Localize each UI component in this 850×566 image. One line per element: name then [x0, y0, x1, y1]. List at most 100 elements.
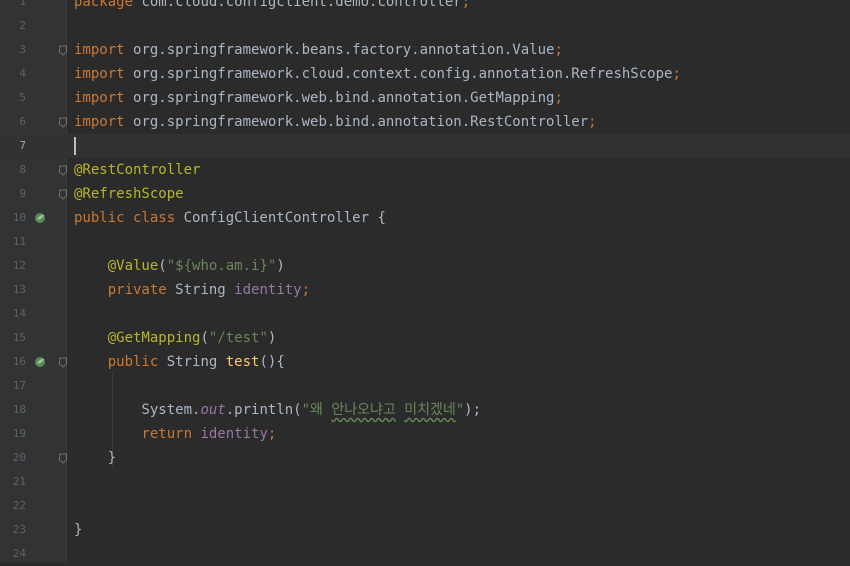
- line-number[interactable]: 24: [0, 542, 26, 566]
- code-line[interactable]: 4 import org.springframework.cloud.contex…: [0, 62, 850, 86]
- code-text[interactable]: }: [74, 518, 82, 542]
- line-number[interactable]: 12: [0, 254, 26, 278]
- code-token: ": [455, 402, 465, 418]
- code-line[interactable]: 8 @RestController: [0, 158, 850, 182]
- code-token: String: [166, 354, 226, 370]
- line-number[interactable]: 11: [0, 230, 26, 254]
- code-token: import: [74, 66, 134, 82]
- code-token: org.springframework.web.bind.annotation.…: [133, 114, 589, 130]
- line-number[interactable]: 23: [0, 518, 26, 542]
- spring-bean-icon[interactable]: [34, 212, 46, 224]
- fold-icon[interactable]: [58, 117, 68, 128]
- code-editor[interactable]: 1 package com.cloud.configclient.demo.con…: [0, 0, 850, 563]
- line-number[interactable]: 10: [0, 206, 26, 230]
- code-line[interactable]: 7: [0, 134, 850, 158]
- code-line[interactable]: 2: [0, 14, 850, 38]
- code-token: org.springframework.cloud.context.config…: [133, 66, 673, 82]
- code-line[interactable]: 17: [0, 374, 850, 398]
- code-line[interactable]: 6 import org.springframework.web.bind.ann…: [0, 110, 850, 134]
- line-number[interactable]: 18: [0, 398, 26, 422]
- code-token: public class: [74, 210, 184, 226]
- line-number[interactable]: 20: [0, 446, 26, 470]
- code-text[interactable]: import org.springframework.beans.factory…: [74, 38, 563, 62]
- code-line[interactable]: 12 @Value("${who.am.i}"): [0, 254, 850, 278]
- code-line[interactable]: 16 public String test(){: [0, 350, 850, 374]
- line-number[interactable]: 6: [0, 110, 26, 134]
- code-token: ;: [588, 114, 597, 130]
- code-line[interactable]: 11: [0, 230, 850, 254]
- code-token: ;: [672, 66, 681, 82]
- line-number[interactable]: 22: [0, 494, 26, 518]
- code-line[interactable]: 3 import org.springframework.beans.factor…: [0, 38, 850, 62]
- code-token: ;: [461, 0, 471, 10]
- fold-icon[interactable]: [58, 357, 68, 368]
- code-token: System.: [141, 402, 201, 418]
- code-text[interactable]: public String test(){: [74, 350, 285, 374]
- fold-icon[interactable]: [58, 453, 68, 464]
- code-line[interactable]: 10 public class ConfigClientController {: [0, 206, 850, 230]
- line-number[interactable]: 9: [0, 182, 26, 206]
- code-token: ConfigClientController {: [183, 210, 386, 226]
- code-line[interactable]: 22: [0, 494, 850, 518]
- line-number[interactable]: 17: [0, 374, 26, 398]
- code-text[interactable]: package com.cloud.configclient.demo.cont…: [74, 0, 470, 14]
- code-token: ): [276, 258, 285, 274]
- code-token: ;: [267, 426, 277, 442]
- code-token: "${who.am.i}": [166, 258, 277, 274]
- line-number[interactable]: 14: [0, 302, 26, 326]
- code-text[interactable]: @RestController: [74, 158, 200, 182]
- code-line[interactable]: 13 private String identity;: [0, 278, 850, 302]
- spring-bean-icon[interactable]: [34, 356, 46, 368]
- code-token: public: [107, 354, 167, 370]
- code-token: ): [267, 330, 277, 346]
- line-number[interactable]: 15: [0, 326, 26, 350]
- code-text[interactable]: @Value("${who.am.i}"): [74, 254, 285, 278]
- code-text[interactable]: }: [74, 446, 116, 470]
- line-number[interactable]: 16: [0, 350, 26, 374]
- line-number[interactable]: 4: [0, 62, 26, 86]
- code-token: private: [107, 282, 176, 298]
- line-number[interactable]: 5: [0, 86, 26, 110]
- code-line[interactable]: 20 }: [0, 446, 850, 470]
- line-number[interactable]: 13: [0, 278, 26, 302]
- fold-icon[interactable]: [58, 189, 68, 200]
- code-line[interactable]: 19 return identity;: [0, 422, 850, 446]
- code-text[interactable]: import org.springframework.web.bind.anno…: [74, 110, 597, 134]
- line-number[interactable]: 21: [0, 470, 26, 494]
- code-text[interactable]: System.out.println("왜 안나오냐고 미치겠네");: [74, 398, 481, 422]
- line-number[interactable]: 8: [0, 158, 26, 182]
- code-text[interactable]: return identity;: [74, 422, 276, 446]
- code-text[interactable]: @GetMapping("/test"): [74, 326, 277, 350]
- code-line[interactable]: 24: [0, 542, 850, 566]
- code-token: import: [74, 42, 134, 58]
- code-line[interactable]: 14: [0, 302, 850, 326]
- line-number[interactable]: 2: [0, 14, 26, 38]
- code-text[interactable]: import org.springframework.cloud.context…: [74, 62, 681, 86]
- code-line[interactable]: 15 @GetMapping("/test"): [0, 326, 850, 350]
- code-line[interactable]: 1 package com.cloud.configclient.demo.con…: [0, 0, 850, 14]
- line-number[interactable]: 7: [0, 134, 26, 158]
- line-number[interactable]: 19: [0, 422, 26, 446]
- code-token: 미치겠네: [404, 402, 456, 418]
- line-number[interactable]: 1: [0, 0, 26, 14]
- code-line[interactable]: 21: [0, 470, 850, 494]
- code-text[interactable]: public class ConfigClientController {: [74, 206, 386, 230]
- code-token: .println(: [225, 402, 302, 418]
- line-number[interactable]: 3: [0, 38, 26, 62]
- code-token: (: [200, 330, 209, 346]
- code-token: @RestController: [74, 162, 201, 178]
- code-line[interactable]: 18 System.out.println("왜 안나오냐고 미치겠네");: [0, 398, 850, 422]
- code-text[interactable]: private String identity;: [74, 278, 310, 302]
- code-line[interactable]: 9 @RefreshScope: [0, 182, 850, 206]
- code-line[interactable]: 23}: [0, 518, 850, 542]
- code-text[interactable]: @RefreshScope: [74, 182, 184, 206]
- code-line[interactable]: 5 import org.springframework.web.bind.ann…: [0, 86, 850, 110]
- fold-icon[interactable]: [58, 45, 68, 56]
- fold-icon[interactable]: [58, 165, 68, 176]
- code-token: "/test": [208, 330, 268, 346]
- code-text[interactable]: import org.springframework.web.bind.anno…: [74, 86, 563, 110]
